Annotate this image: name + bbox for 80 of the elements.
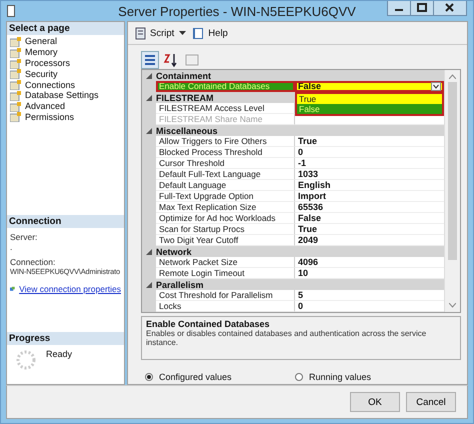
page-icon: [10, 111, 22, 122]
connection-label: Connection:: [10, 257, 56, 267]
page-item[interactable]: Connections: [10, 79, 121, 90]
server-label: Server:: [10, 232, 38, 242]
category-header: Network: [156, 246, 192, 256]
property-value: True: [298, 136, 318, 146]
property-name[interactable]: Locks: [156, 301, 295, 312]
spinner-icon: [15, 349, 37, 371]
property-name[interactable]: Blocked Process Threshold: [156, 147, 295, 158]
document-icon: [7, 5, 15, 17]
property-name[interactable]: Default Language: [156, 180, 295, 191]
dropdown-arrow-icon[interactable]: [431, 82, 441, 91]
radio-option[interactable]: Running values: [295, 371, 385, 383]
page-icon: [10, 79, 22, 90]
property-name[interactable]: Default Full-Text Language: [156, 169, 295, 180]
property-value: 0: [298, 301, 304, 311]
description-text: Enables or disables contained databases and authentication across the service instance.: [146, 329, 428, 347]
property-name[interactable]: FILESTREAM Access Level: [156, 103, 295, 114]
section-header: Connection: [7, 215, 124, 228]
category-header: Parallelism: [156, 280, 204, 290]
property-name[interactable]: Cursor Threshold: [156, 158, 295, 169]
scrollbar[interactable]: [444, 70, 460, 312]
categorized-icon[interactable]: [141, 51, 159, 69]
page-item[interactable]: Security: [10, 68, 121, 80]
dropdown-arrow-icon[interactable]: [179, 31, 186, 35]
page-item[interactable]: General: [10, 36, 121, 47]
connection-properties-link[interactable]: View connection properties: [19, 284, 121, 294]
dropdown-option[interactable]: True: [297, 94, 442, 104]
server-value: .: [10, 242, 14, 252]
page-icon: [10, 100, 22, 112]
status-text: Ready: [46, 349, 72, 361]
page-icon: [10, 36, 22, 47]
property-name[interactable]: Max Text Replication Size: [156, 202, 295, 213]
page-icon: [10, 58, 22, 68]
property-value: 5: [298, 290, 304, 300]
scroll-up-icon[interactable]: [449, 74, 456, 79]
property-value: -1: [298, 158, 306, 168]
script-icon: [134, 26, 147, 40]
property-value: False: [298, 213, 322, 223]
property-name[interactable]: Network Packet Size: [156, 257, 295, 268]
property-name[interactable]: Two Digit Year Cutoff: [156, 235, 295, 246]
property-value: 1033: [298, 169, 318, 179]
category-header: Miscellaneous: [156, 126, 218, 136]
property-name[interactable]: Full-Text Upgrade Option: [156, 191, 295, 202]
category-header: FILESTREAM: [156, 92, 214, 102]
toolbar-button[interactable]: Help: [190, 26, 230, 40]
page-icon: [10, 46, 22, 58]
description-title: Enable Contained Databases: [146, 319, 271, 329]
property-name[interactable]: Allow Triggers to Fire Others: [156, 136, 295, 147]
property-value: True: [298, 224, 318, 234]
category-header: Containment: [156, 70, 211, 80]
property-value: 10: [298, 268, 308, 278]
property-value: False: [298, 81, 322, 91]
page-item[interactable]: Processors: [10, 58, 121, 68]
section-header: Select a page: [7, 22, 124, 35]
page-item[interactable]: Advanced: [10, 100, 121, 112]
property-value: 2049: [298, 235, 318, 245]
section-header: Progress: [7, 332, 124, 345]
property-value: Import: [298, 191, 326, 201]
property-name[interactable]: Scan for Startup Procs: [156, 224, 295, 235]
scrollbar-thumb[interactable]: [448, 82, 457, 260]
toolbar-button[interactable]: Script: [132, 26, 176, 40]
property-value: 0: [298, 147, 304, 157]
scroll-down-icon[interactable]: [449, 303, 456, 308]
property-name[interactable]: Cost Threshold for Parallelism: [156, 290, 295, 301]
property-name[interactable]: Optimize for Ad hoc Workloads: [156, 213, 295, 224]
dialog-button[interactable]: Cancel: [406, 392, 456, 412]
property-value: 65536: [298, 202, 324, 212]
page-item[interactable]: Database Settings: [10, 90, 121, 101]
property-value: English: [298, 180, 331, 190]
property-value: 4096: [298, 257, 318, 267]
page-icon: [10, 90, 22, 101]
dialog-button[interactable]: OK: [350, 392, 400, 412]
page-item[interactable]: Permissions: [10, 112, 121, 122]
radio-option[interactable]: Configured values: [145, 371, 235, 383]
page-icon: [10, 68, 22, 80]
property-name[interactable]: Remote Login Timeout: [156, 268, 295, 279]
window-title: Server Properties - WIN-N5EEPKU6QVV: [118, 4, 356, 18]
page-item[interactable]: Memory: [10, 46, 121, 58]
book-icon: [192, 26, 206, 40]
